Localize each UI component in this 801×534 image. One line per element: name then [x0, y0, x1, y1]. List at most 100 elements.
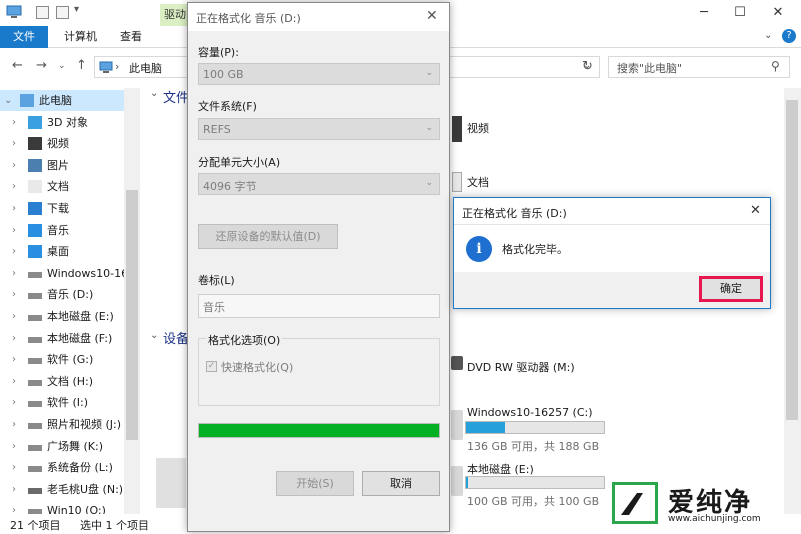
quick-format-label[interactable]: 快速格式化(Q) [221, 359, 293, 375]
collapse-group-icon[interactable]: ⌄ [150, 330, 158, 341]
sidebar-item[interactable]: › 老毛桃U盘 (N:) [0, 479, 140, 500]
video-icon [28, 137, 42, 151]
sidebar-item-label: 音乐 (D:) [47, 288, 94, 302]
customize-toolbar-icon[interactable]: ▾ [74, 4, 79, 15]
collapse-group-icon[interactable]: ⌄ [150, 88, 158, 99]
chevron-right-icon[interactable]: › [12, 133, 16, 154]
filesystem-select[interactable]: REFS ⌄ [198, 118, 440, 140]
sidebar-item[interactable]: › 视频 [0, 133, 140, 154]
drive-e-label[interactable]: 本地磁盘 (E:) [467, 461, 534, 477]
sidebar-item[interactable]: › Win10 (O:) [0, 500, 140, 514]
group-header-devices[interactable]: 设备 [163, 328, 189, 347]
drive-icon [28, 336, 42, 343]
nav-scrollbar-thumb[interactable] [126, 190, 138, 440]
minimize-button[interactable]: ─ [686, 0, 722, 26]
sidebar-item[interactable]: › 音乐 [0, 220, 140, 241]
watermark-logo: 爱纯净 www.aichunjing.com [608, 480, 798, 530]
folder-docs-label[interactable]: 文档 [467, 174, 489, 190]
new-folder-icon[interactable] [56, 6, 69, 19]
sidebar-item[interactable]: › 软件 (G:) [0, 349, 140, 370]
chevron-right-icon[interactable]: › [12, 392, 16, 413]
chevron-right-icon[interactable]: › [12, 220, 16, 241]
sidebar-item[interactable]: › 照片和视频 (J:) [0, 414, 140, 435]
drive-icon [28, 315, 42, 321]
sidebar-item[interactable]: › 音乐 (D:) [0, 284, 140, 305]
computer-icon [20, 94, 34, 107]
sidebar-item[interactable]: › 本地磁盘 (F:) [0, 328, 140, 349]
forward-arrow-icon[interactable]: → [36, 58, 47, 73]
chevron-down-icon[interactable]: ⌄ [4, 90, 12, 111]
sidebar-item-label: 桌面 [47, 245, 69, 259]
chevron-right-icon[interactable]: › [12, 306, 16, 327]
sidebar-item[interactable]: › 广场舞 (K:) [0, 436, 140, 457]
folder-video-label[interactable]: 视频 [467, 120, 489, 136]
up-arrow-icon[interactable]: ↑ [76, 58, 87, 73]
help-icon[interactable]: ? [782, 29, 796, 43]
sidebar-item[interactable]: › 系统备份 (L:) [0, 457, 140, 478]
allocation-select[interactable]: 4096 字节 ⌄ [198, 173, 440, 195]
sidebar-item-label: 3D 对象 [47, 115, 88, 129]
volume-label-input[interactable]: 音乐 [198, 294, 440, 318]
format-dialog-close-icon[interactable]: ✕ [426, 8, 438, 24]
sidebar-item[interactable]: › 下载 [0, 198, 140, 219]
sidebar-item[interactable]: › Windows10-16 [0, 263, 140, 284]
cancel-button[interactable]: 取消 [362, 471, 440, 496]
drive-tools-tab[interactable]: 驱动 [160, 4, 190, 26]
sidebar-item[interactable]: › 软件 (I:) [0, 392, 140, 413]
content-scrollbar-thumb[interactable] [786, 100, 798, 420]
start-button[interactable]: 开始(S) [276, 471, 354, 496]
sidebar-item[interactable]: › 文档 [0, 176, 140, 197]
drive-c-label[interactable]: Windows10-16257 (C:) [467, 406, 593, 419]
recent-locations-icon[interactable]: ⌄ [58, 61, 66, 71]
breadcrumb[interactable]: 此电脑 [129, 60, 162, 76]
properties-icon[interactable] [36, 6, 49, 19]
status-item-count: 21 个项目 [10, 519, 61, 532]
ok-button[interactable]: 确定 [699, 276, 763, 302]
chevron-right-icon[interactable]: › [12, 371, 16, 392]
sidebar-item[interactable]: › 图片 [0, 155, 140, 176]
search-icon[interactable]: ⚲ [771, 59, 780, 73]
chevron-right-icon[interactable]: › [12, 349, 16, 370]
message-box-close-icon[interactable]: ✕ [750, 203, 761, 218]
restore-defaults-button[interactable]: 还原设备的默认值(D) [198, 224, 338, 249]
chevron-right-icon[interactable]: › [12, 263, 16, 284]
chevron-right-icon[interactable]: › [12, 155, 16, 176]
chevron-right-icon[interactable]: › [12, 479, 16, 500]
filesystem-label: 文件系统(F) [198, 100, 257, 113]
tab-computer[interactable]: 计算机 [56, 26, 105, 48]
search-input[interactable]: 搜索"此电脑" ⚲ [608, 56, 790, 78]
chevron-right-icon[interactable]: › [12, 176, 16, 197]
close-button[interactable]: ✕ [760, 0, 796, 26]
chevron-down-icon: ⌄ [425, 123, 433, 133]
drive-icon [28, 379, 42, 386]
chevron-right-icon[interactable]: › [12, 436, 16, 457]
drive-e-icon [451, 466, 463, 496]
chevron-right-icon[interactable]: › [12, 241, 16, 262]
tab-file[interactable]: 文件 [0, 26, 48, 48]
back-arrow-icon[interactable]: ← [12, 58, 23, 73]
dvd-drive-label[interactable]: DVD RW 驱动器 (M:) [467, 359, 575, 375]
chevron-right-icon[interactable]: › [12, 414, 16, 435]
chevron-right-icon[interactable]: › [12, 112, 16, 133]
format-dialog-titlebar: 正在格式化 音乐 (D:) ✕ [188, 3, 449, 31]
sidebar-item[interactable]: › 文档 (H:) [0, 371, 140, 392]
chevron-right-icon[interactable]: › [12, 198, 16, 219]
quick-format-checkbox[interactable]: ✓ [206, 361, 217, 372]
capacity-select[interactable]: 100 GB ⌄ [198, 63, 440, 85]
tab-view[interactable]: 查看 [112, 26, 150, 48]
chevron-right-icon[interactable]: › [12, 457, 16, 478]
filesystem-value: REFS [203, 123, 231, 136]
chevron-right-icon[interactable]: › [12, 284, 16, 305]
watermark-url: www.aichunjing.com [668, 514, 761, 524]
sidebar-item[interactable]: › 桌面 [0, 241, 140, 262]
message-box-titlebar: 正在格式化 音乐 (D:) ✕ [454, 198, 770, 225]
chevron-right-icon[interactable]: › [12, 328, 16, 349]
expand-ribbon-icon[interactable]: ⌄ [764, 30, 772, 41]
maximize-button[interactable]: ☐ [722, 0, 758, 26]
refresh-icon[interactable]: ↻ [582, 59, 593, 74]
group-header-folders[interactable]: 文件 [163, 87, 189, 106]
sidebar-item[interactable]: › 本地磁盘 (E:) [0, 306, 140, 327]
sidebar-item[interactable]: ⌄ 此电脑 [0, 90, 124, 111]
sidebar-item[interactable]: › 3D 对象 [0, 112, 140, 133]
chevron-right-icon[interactable]: › [12, 500, 16, 514]
